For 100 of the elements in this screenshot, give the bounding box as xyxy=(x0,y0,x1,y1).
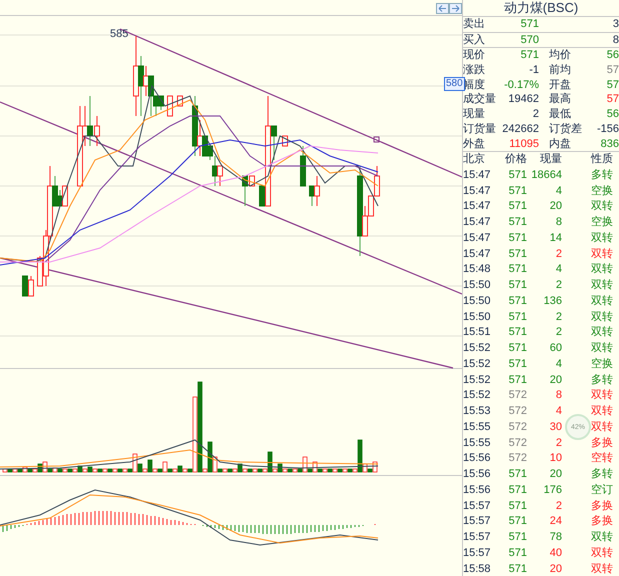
tick-time: 15:47 xyxy=(463,215,492,230)
quote-value: 242662 xyxy=(502,122,539,137)
tick-volume: 4 xyxy=(556,404,562,420)
tick-type: 双转 xyxy=(591,294,613,309)
tick-time: 15:52 xyxy=(463,341,492,356)
column-header: 性质 xyxy=(591,152,613,168)
tick-volume: 176 xyxy=(544,482,562,498)
tick-time: 15:50 xyxy=(463,294,492,309)
tick-time: 15:47 xyxy=(463,184,492,199)
tick-type: 双转 xyxy=(591,199,613,214)
tick-type: 双转 xyxy=(591,404,613,420)
tick-volume: 2 xyxy=(556,246,562,262)
candlestick xyxy=(282,136,288,146)
tick-price: 572 xyxy=(508,404,527,420)
scroll-arrows-icon[interactable] xyxy=(436,3,462,14)
tick-type: 双转 xyxy=(591,530,613,546)
tick-type: 双转 xyxy=(591,230,613,246)
tick-price: 572 xyxy=(508,388,527,404)
candlestick xyxy=(177,96,183,106)
tick-price: 571 xyxy=(508,546,527,561)
quote-value: 571 xyxy=(520,17,539,32)
tick-price: 571 xyxy=(508,278,527,294)
tick-volume: 136 xyxy=(544,294,562,309)
tick-time: 15:56 xyxy=(463,482,492,498)
quote-label: 均价 xyxy=(548,48,572,64)
tick-price: 571 xyxy=(508,168,527,183)
tick-type: 双转 xyxy=(591,388,613,404)
tick-price: 572 xyxy=(508,420,527,435)
tick-time: 15:47 xyxy=(463,199,492,214)
quote-value: 57 xyxy=(606,63,619,78)
price-tag: 580 xyxy=(444,77,465,91)
tick-time: 15:52 xyxy=(463,388,492,404)
quote-value: 57 xyxy=(606,92,619,108)
tick-time: 15:47 xyxy=(463,230,492,246)
tick-type: 双转 xyxy=(591,562,613,576)
quote-value: 11095 xyxy=(509,136,539,152)
tick-type: 多转 xyxy=(591,467,613,482)
tick-time: 15:58 xyxy=(463,562,492,576)
tick-time: 15:55 xyxy=(463,420,492,435)
tick-type: 双转 xyxy=(591,325,613,340)
quote-label: 前均 xyxy=(548,63,572,78)
tick-time: 15:57 xyxy=(463,498,492,514)
column-header: 现量 xyxy=(540,152,562,168)
tick-price: 571 xyxy=(508,246,527,262)
tick-price: 571 xyxy=(508,184,527,199)
candlestick xyxy=(167,96,173,116)
tick-volume: 20 xyxy=(550,562,562,576)
tick-type: 空换 xyxy=(591,215,613,230)
tick-price: 571 xyxy=(508,230,527,246)
quote-value: -156 xyxy=(596,122,619,137)
tick-price: 572 xyxy=(508,436,527,451)
tick-type: 双转 xyxy=(591,341,613,356)
quote-label: 卖出 xyxy=(463,17,486,32)
quote-label: 现量 xyxy=(463,107,486,122)
tick-volume: 20 xyxy=(550,199,562,214)
quote-value: 8 xyxy=(612,32,619,48)
tick-volume: 2 xyxy=(556,498,562,514)
quote-value: 571 xyxy=(520,48,539,64)
quote-value: 3 xyxy=(612,17,619,32)
tick-volume: 4 xyxy=(556,356,562,372)
quote-label: 涨跌 xyxy=(463,63,486,78)
quote-value: -0.17% xyxy=(504,78,539,92)
tick-type: 空订 xyxy=(591,482,613,498)
tick-price: 571 xyxy=(508,467,527,482)
tick-volume: 24 xyxy=(550,514,562,530)
quote-value: 19462 xyxy=(508,92,539,108)
tick-type: 双转 xyxy=(591,310,613,325)
tick-volume: 18664 xyxy=(531,168,562,183)
tick-volume: 2 xyxy=(556,278,562,294)
tick-volume: 2 xyxy=(556,436,562,451)
tick-volume: 30 xyxy=(550,420,562,435)
tick-volume: 40 xyxy=(550,546,562,561)
tick-price: 571 xyxy=(508,562,527,576)
tick-volume: 20 xyxy=(550,372,562,388)
candlestick xyxy=(300,146,306,186)
quote-label: 外盘 xyxy=(463,136,486,152)
tick-price: 571 xyxy=(508,514,527,530)
quote-value: 56 xyxy=(606,48,619,64)
tick-price: 571 xyxy=(508,482,527,498)
tick-type: 多转 xyxy=(591,372,613,388)
quote-value: 836 xyxy=(600,136,619,152)
column-header: 价格 xyxy=(505,152,527,168)
tick-volume: 60 xyxy=(550,341,562,356)
tick-volume: 8 xyxy=(556,215,562,230)
tick-price: 572 xyxy=(508,451,527,466)
tick-price: 571 xyxy=(508,498,527,514)
quote-label: 内盘 xyxy=(548,136,572,152)
tick-time: 15:47 xyxy=(463,168,492,183)
tick-price: 571 xyxy=(508,530,527,546)
tick-time: 15:57 xyxy=(463,530,492,546)
quote-label: 订货量 xyxy=(463,122,497,137)
tick-type: 双转 xyxy=(591,262,613,278)
tick-volume: 20 xyxy=(550,467,562,482)
tick-type: 空换 xyxy=(591,356,613,372)
tick-volume: 2 xyxy=(556,325,562,340)
tick-price: 571 xyxy=(508,262,527,278)
tick-price: 571 xyxy=(508,356,527,372)
quote-label: 现价 xyxy=(463,48,486,64)
quote-label: 开盘 xyxy=(548,78,572,92)
quote-label: 成交量 xyxy=(463,92,497,108)
